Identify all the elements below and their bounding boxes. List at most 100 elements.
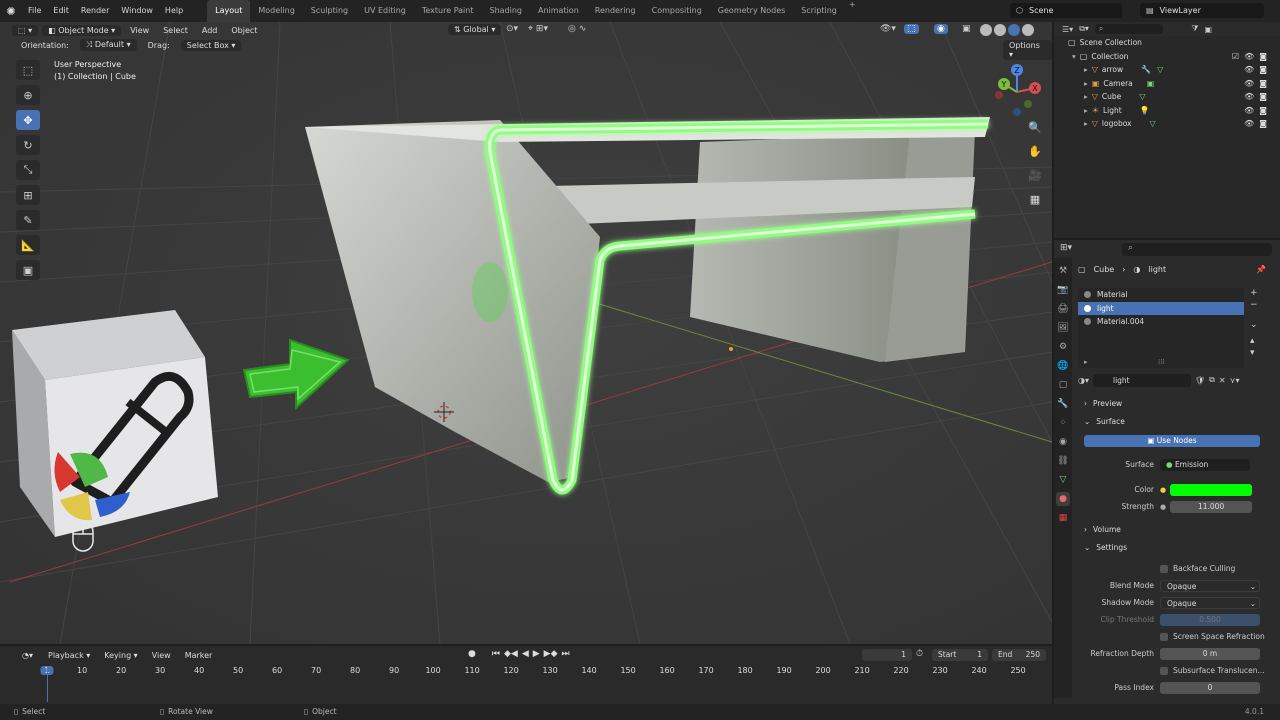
rotate-tool-icon[interactable]: ↻ bbox=[16, 135, 40, 155]
outliner-search-icon[interactable]: ⌕ bbox=[1094, 24, 1164, 34]
tab-sculpting[interactable]: Sculpting bbox=[303, 0, 356, 22]
screen-space-refraction-checkbox[interactable]: Screen Space Refraction bbox=[1160, 632, 1265, 641]
drag-dropdown[interactable]: Select Box ▾ bbox=[180, 39, 242, 51]
end-frame-field[interactable]: End 250 bbox=[992, 649, 1046, 661]
pin-icon[interactable]: 📌 bbox=[1256, 265, 1266, 274]
material-name-field[interactable]: light bbox=[1093, 373, 1191, 387]
viewport-menu-view[interactable]: View bbox=[125, 26, 154, 35]
expand-arrow-icon[interactable]: ▸ bbox=[1084, 79, 1088, 88]
unlink-material-icon[interactable]: ✕ bbox=[1219, 376, 1226, 385]
row-visibility-icons[interactable]: 👁◙ bbox=[1244, 119, 1272, 128]
strength-field[interactable]: 11.000 bbox=[1170, 500, 1253, 513]
timeline-menu-marker[interactable]: Marker bbox=[180, 651, 218, 660]
volume-panel-header[interactable]: › Volume bbox=[1078, 521, 1260, 537]
expand-arrow-icon[interactable]: ▸ bbox=[1084, 92, 1088, 101]
row-visibility-icons[interactable]: 👁◙ bbox=[1244, 79, 1272, 88]
viewport-menu-select[interactable]: Select bbox=[158, 26, 193, 35]
ortho-grid-icon[interactable]: ▦ bbox=[1026, 190, 1044, 208]
view-layer-selector[interactable]: ▤ ViewLayer bbox=[1140, 3, 1264, 18]
menu-edit[interactable]: Edit bbox=[47, 0, 75, 22]
display-mode-icon[interactable]: ⧉▾ bbox=[1079, 24, 1089, 34]
material-tab-icon[interactable]: ● bbox=[1056, 492, 1070, 506]
playhead[interactable] bbox=[47, 666, 48, 702]
overlay-toggle-icon[interactable]: ◉ bbox=[934, 24, 948, 34]
jump-keyframe-forward-icon[interactable]: ▶◆ bbox=[544, 649, 558, 659]
options-dropdown[interactable]: Options ▾ bbox=[1003, 40, 1052, 60]
properties-editor-icon[interactable]: ⊞▾ bbox=[1060, 243, 1072, 253]
surface-panel-header[interactable]: ⌄ Surface bbox=[1078, 413, 1260, 429]
rendered-shading-icon[interactable] bbox=[1022, 24, 1034, 36]
current-frame-field[interactable]: 1 bbox=[862, 649, 912, 661]
play-reverse-icon[interactable]: ◀ bbox=[522, 649, 529, 659]
proportional-edit-icon[interactable]: ◎ ∿ bbox=[568, 24, 586, 34]
object-tab-icon[interactable]: ▢ bbox=[1056, 378, 1070, 392]
shadow-mode-dropdown[interactable]: Opaque ⌄ bbox=[1160, 596, 1260, 609]
world-tab-icon[interactable]: 🌐 bbox=[1056, 359, 1070, 373]
pass-index-field[interactable]: 0 bbox=[1160, 681, 1260, 694]
jump-end-icon[interactable]: ⏭ bbox=[562, 649, 570, 659]
3d-viewport[interactable]: ⬚ ▾ ◧ Object Mode ▾ View Select Add Obje… bbox=[0, 22, 1052, 644]
use-nodes-button[interactable]: ▣ Use Nodes bbox=[1084, 435, 1260, 447]
viewport-menu-object[interactable]: Object bbox=[226, 26, 262, 35]
timeline-menu-view[interactable]: View bbox=[147, 651, 176, 660]
fake-user-icon[interactable]: 🛡 bbox=[1195, 376, 1205, 385]
tab-geometry-nodes[interactable]: Geometry Nodes bbox=[710, 0, 793, 22]
timeline-ruler[interactable]: 1102030405060708090100110120130140150160… bbox=[12, 666, 1042, 680]
blender-logo-icon[interactable]: ✺ bbox=[0, 5, 22, 18]
settings-panel-header[interactable]: ⌄ Settings bbox=[1078, 539, 1260, 555]
snap-icon[interactable]: ⌖ ⊞▾ bbox=[528, 24, 548, 34]
add-workspace-button[interactable]: + bbox=[845, 0, 860, 22]
move-tool-icon[interactable]: ✥ bbox=[16, 110, 40, 130]
properties-search-input[interactable]: ⌕ bbox=[1122, 243, 1272, 256]
filter-icon[interactable]: ⧩ bbox=[1191, 24, 1198, 34]
collection-visibility-icons[interactable]: ☑👁◙ bbox=[1232, 52, 1272, 61]
navigation-gizmo[interactable]: Z X Y bbox=[990, 62, 1044, 118]
gizmo-toggle-icon[interactable]: ⬚ bbox=[904, 24, 919, 34]
row-visibility-icons[interactable]: 👁◙ bbox=[1244, 65, 1272, 74]
jump-keyframe-back-icon[interactable]: ◆◀ bbox=[504, 649, 518, 659]
subsurface-translucency-checkbox[interactable]: Subsurface Translucen... bbox=[1160, 666, 1265, 675]
list-resize-handle[interactable]: ⁞⁞⁞ bbox=[1158, 358, 1165, 366]
tab-texture-paint[interactable]: Texture Paint bbox=[414, 0, 482, 22]
select-box-tool-icon[interactable]: ⬚ bbox=[16, 60, 40, 80]
new-collection-icon[interactable]: ▣ bbox=[1205, 25, 1213, 34]
tool-tab-icon[interactable]: ⚒ bbox=[1056, 264, 1070, 278]
surface-shader-field[interactable]: ● Emission bbox=[1160, 458, 1250, 471]
tab-rendering[interactable]: Rendering bbox=[587, 0, 644, 22]
mode-dropdown[interactable]: ◧ Object Mode ▾ bbox=[42, 24, 122, 36]
camera-view-icon[interactable]: 🎥 bbox=[1026, 166, 1044, 184]
zoom-icon[interactable]: 🔍 bbox=[1026, 118, 1044, 136]
outliner-row-light[interactable]: ▸ ☀ Light 💡 👁◙ bbox=[1054, 104, 1280, 118]
wireframe-shading-icon[interactable] bbox=[980, 24, 992, 36]
constraints-tab-icon[interactable]: ⛓ bbox=[1056, 454, 1070, 468]
xray-icon[interactable]: ▣ bbox=[962, 24, 971, 34]
emission-color-swatch[interactable] bbox=[1170, 483, 1253, 496]
texture-tab-icon[interactable]: ▦ bbox=[1056, 511, 1070, 525]
viewport-menu-add[interactable]: Add bbox=[197, 26, 223, 35]
timeline-menu-keying[interactable]: Keying ▾ bbox=[99, 651, 142, 660]
tab-animation[interactable]: Animation bbox=[530, 0, 587, 22]
add-cube-tool-icon[interactable]: ▣ bbox=[16, 260, 40, 280]
material-preview-shading-icon[interactable] bbox=[1008, 24, 1020, 36]
remove-slot-button[interactable]: − bbox=[1250, 300, 1258, 310]
clip-threshold-field[interactable]: 0.500 bbox=[1160, 613, 1260, 626]
tab-modeling[interactable]: Modeling bbox=[250, 0, 302, 22]
material-browse-icon[interactable]: ◑▾ bbox=[1078, 376, 1089, 385]
visibility-icon[interactable]: 👁▾ bbox=[880, 24, 896, 34]
output-tab-icon[interactable]: 🖨 bbox=[1056, 302, 1070, 316]
add-slot-button[interactable]: + bbox=[1250, 288, 1258, 298]
transform-orientation-dropdown[interactable]: ⇅ Global ▾ bbox=[448, 24, 502, 35]
particles-tab-icon[interactable]: ⁘ bbox=[1056, 416, 1070, 430]
annotate-tool-icon[interactable]: ✎ bbox=[16, 210, 40, 230]
cursor-tool-icon[interactable]: ⊕ bbox=[16, 85, 40, 105]
outliner-row-arrow[interactable]: ▸ ▽ arrow 🔧 ▽ 👁◙ bbox=[1054, 63, 1280, 77]
collapse-arrow-icon[interactable]: ▾ bbox=[1072, 52, 1076, 61]
physics-tab-icon[interactable]: ◉ bbox=[1056, 435, 1070, 449]
tab-scripting[interactable]: Scripting bbox=[793, 0, 845, 22]
expand-arrow-icon[interactable]: ▸ bbox=[1084, 106, 1088, 115]
scene-tab-icon[interactable]: ⚙ bbox=[1056, 340, 1070, 354]
jump-start-icon[interactable]: ⏮ bbox=[492, 649, 500, 659]
outliner-row-camera[interactable]: ▸ ▣ Camera ▣ 👁◙ bbox=[1054, 77, 1280, 91]
tab-compositing[interactable]: Compositing bbox=[644, 0, 710, 22]
menu-file[interactable]: File bbox=[22, 0, 47, 22]
